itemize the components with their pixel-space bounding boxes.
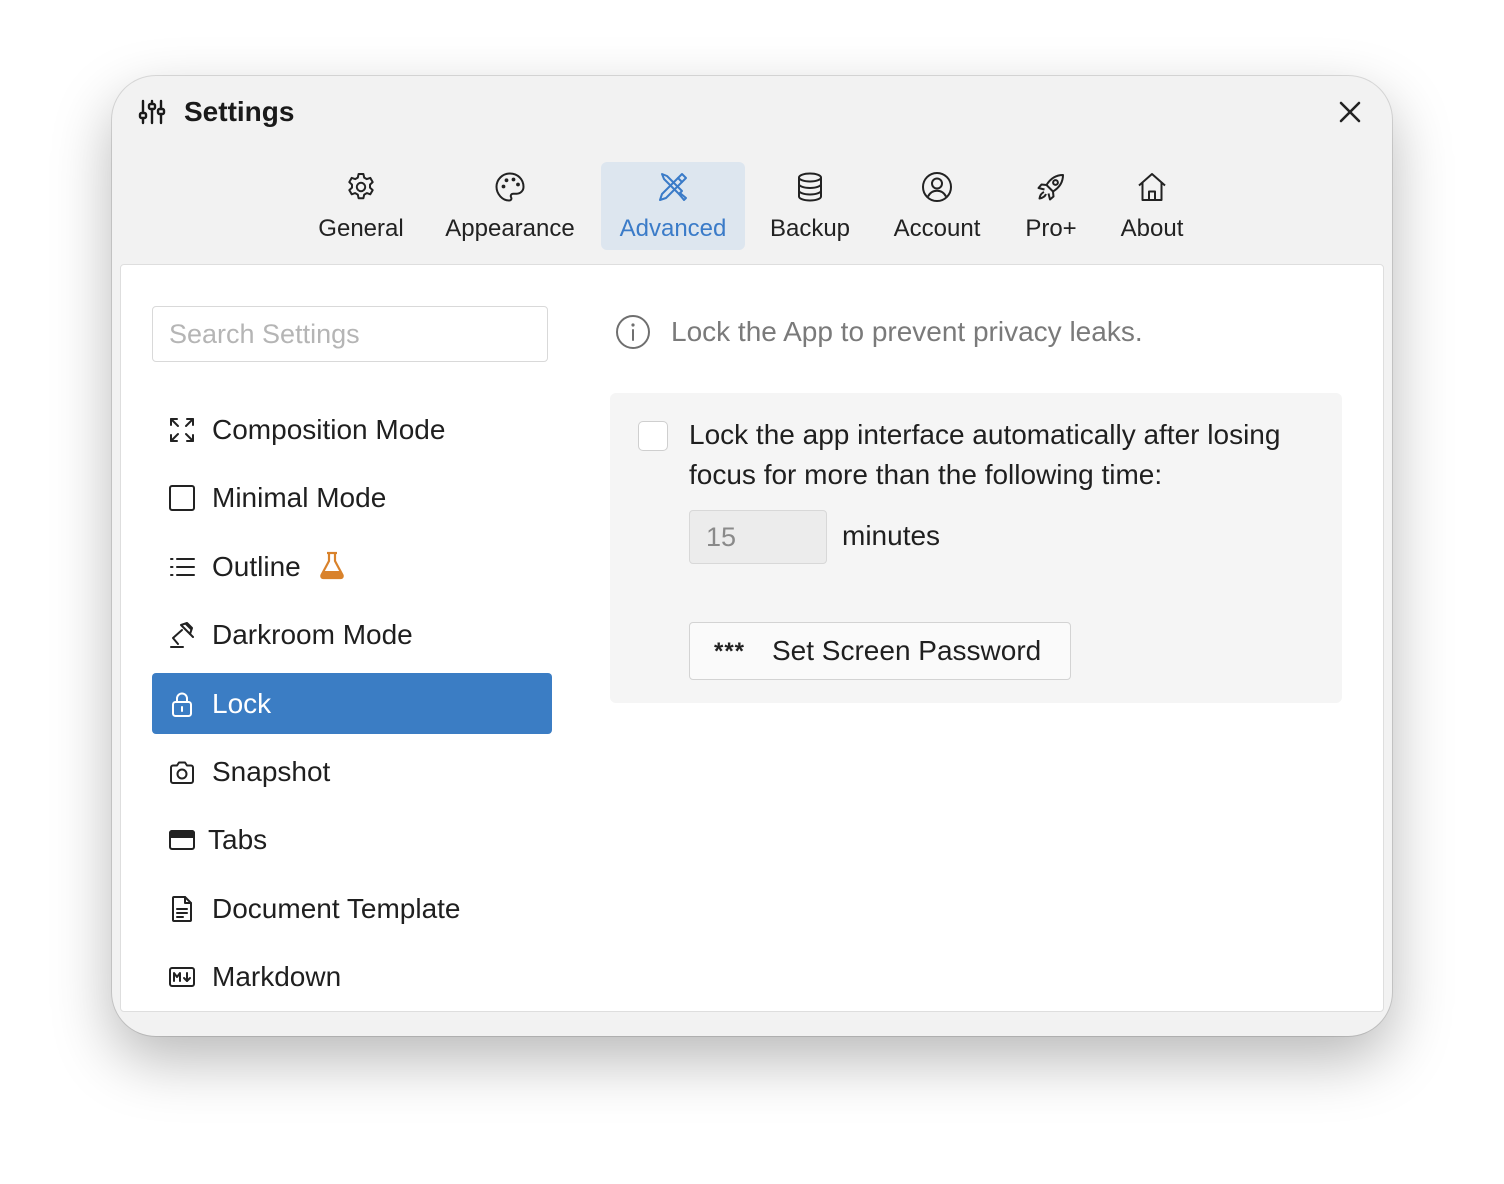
tab-label: Pro+ <box>1025 215 1077 242</box>
lamp-icon <box>168 621 196 649</box>
sidebar-item-label: Document Template <box>212 892 461 924</box>
sidebar-item-label: Darkroom Mode <box>212 619 413 651</box>
tab-about[interactable]: About <box>1112 162 1192 250</box>
sidebar-item-markdown[interactable]: Markdown <box>152 946 552 1007</box>
tab-label: Advanced <box>619 215 727 242</box>
sidebar-item-composition-mode[interactable]: Composition Mode <box>152 399 552 460</box>
tab-account[interactable]: Account <box>884 162 990 250</box>
sidebar-item-lock[interactable]: Lock <box>152 672 552 734</box>
lock-icon <box>168 690 196 718</box>
auto-lock-panel: Lock the app interface automatically aft… <box>610 393 1342 703</box>
home-icon <box>1135 170 1169 204</box>
sidebar-item-document-template[interactable]: Document Template <box>152 878 552 939</box>
window-title: Settings <box>184 96 295 127</box>
close-button[interactable] <box>1334 96 1366 128</box>
close-icon <box>1339 101 1361 123</box>
info-text: Lock the App to prevent privacy leaks. <box>671 316 1143 347</box>
auto-lock-label: Lock the app interface automatically aft… <box>689 419 1281 490</box>
set-screen-password-button[interactable]: *** Set Screen Password <box>689 622 1071 680</box>
tab-backup[interactable]: Backup <box>763 162 857 250</box>
info-icon <box>615 314 651 350</box>
list-icon <box>168 553 196 581</box>
tab-appearance[interactable]: Appearance <box>437 162 583 250</box>
user-circle-icon <box>920 170 954 204</box>
sidebar-item-tabs[interactable]: Tabs <box>152 809 552 870</box>
document-icon <box>168 895 196 923</box>
sidebar-item-label: Markdown <box>212 961 342 993</box>
tab-advanced[interactable]: Advanced <box>601 162 745 250</box>
tab-label: Account <box>893 215 981 242</box>
palette-icon <box>493 170 527 204</box>
square-icon <box>168 484 196 512</box>
sidebar-item-label: Minimal Mode <box>212 482 387 514</box>
set-screen-password-label: Set Screen Password <box>772 635 1042 666</box>
auto-lock-checkbox[interactable] <box>638 421 668 451</box>
sidebar-item-label: Outline <box>212 550 301 582</box>
settings-tabs: General Appearance Advanced Backup Accou… <box>112 162 1392 250</box>
sidebar-item-outline[interactable]: Outline <box>152 536 552 597</box>
sidebar-item-label: Lock <box>212 687 272 719</box>
minutes-unit-label: minutes <box>842 520 941 551</box>
password-stars-icon: *** <box>714 638 746 665</box>
sidebar-item-darkroom-mode[interactable]: Darkroom Mode <box>152 604 552 665</box>
sidebar-item-minimal-mode[interactable]: Minimal Mode <box>152 467 552 528</box>
tab-pro[interactable]: Pro+ <box>1018 162 1084 250</box>
tab-label: Appearance <box>445 215 575 242</box>
tools-icon <box>656 170 690 204</box>
tab-label: General <box>318 215 404 242</box>
settings-sidebar: Composition Mode Minimal Mode Outline Da… <box>152 399 552 1011</box>
expand-icon <box>168 416 196 444</box>
settings-content: Composition Mode Minimal Mode <box>120 264 1384 1012</box>
settings-window: Settings General Appearance Advanced Bac… <box>112 76 1392 1036</box>
markdown-icon <box>168 963 196 991</box>
tab-label: Backup <box>769 215 851 242</box>
gear-icon <box>344 170 378 204</box>
sidebar-item-snapshot[interactable]: Snapshot <box>152 741 552 802</box>
window-tab-icon <box>168 826 196 854</box>
sidebar-item-label: Snapshot <box>212 755 331 787</box>
database-icon <box>793 170 827 204</box>
rocket-icon <box>1034 170 1068 204</box>
sliders-icon <box>138 98 166 126</box>
sidebar-item-label: Tabs <box>208 824 268 856</box>
sidebar-item-label: Composition Mode <box>212 414 446 445</box>
tab-general[interactable]: General <box>310 162 412 250</box>
tab-label: About <box>1120 215 1184 242</box>
title-bar: Settings <box>112 76 1392 148</box>
beaker-icon <box>318 550 346 580</box>
camera-icon <box>168 758 196 786</box>
lock-info: Lock the App to prevent privacy leaks. <box>615 312 1315 352</box>
search-input[interactable] <box>152 306 548 362</box>
minutes-input[interactable] <box>689 510 827 564</box>
